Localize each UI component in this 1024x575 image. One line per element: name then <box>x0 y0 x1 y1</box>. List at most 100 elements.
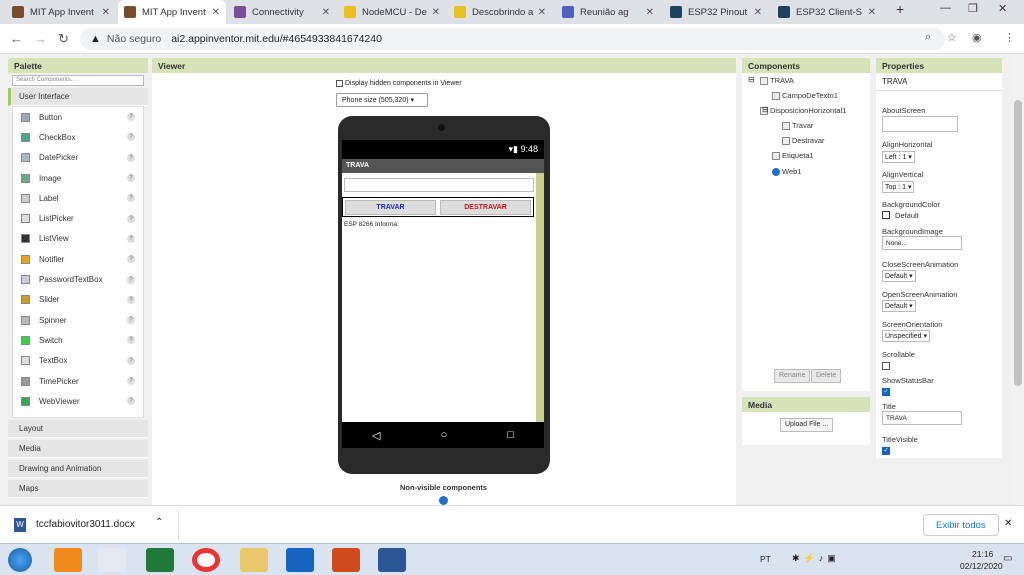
prop-titlevisible-checkbox[interactable]: ✓ <box>882 447 890 455</box>
start-button-icon[interactable] <box>8 548 32 572</box>
download-filename[interactable]: tccfabiovitor3011.docx <box>36 519 135 530</box>
tree-collapse-icon[interactable]: ⊟ <box>762 105 769 114</box>
page-scrollbar[interactable] <box>1012 54 1024 505</box>
taskbar-app-orange-icon[interactable] <box>54 548 82 572</box>
prop-openanim-select[interactable]: Default ▾ <box>882 300 916 312</box>
palette-item[interactable]: Notifier? <box>13 249 143 269</box>
phone-size-select[interactable]: Phone size (505,320) ▾ <box>336 93 428 107</box>
menu-icon[interactable]: ⋮ <box>1004 31 1015 44</box>
word-icon[interactable] <box>378 548 406 572</box>
notification-icon[interactable]: ▭ <box>1003 553 1012 564</box>
tab-close-icon[interactable]: ✕ <box>868 7 876 18</box>
zoom-icon[interactable]: ⌕ <box>925 31 931 44</box>
prop-title-input[interactable]: TRAVA <box>882 411 962 425</box>
prop-bgcolor-value[interactable]: Default <box>895 211 919 220</box>
help-icon[interactable]: ? <box>127 214 135 223</box>
outlook-icon[interactable] <box>286 548 314 572</box>
palette-item[interactable]: TimePicker? <box>13 371 143 391</box>
clock-date[interactable]: 02/12/2020 <box>960 561 1003 571</box>
forward-icon[interactable]: → <box>34 31 47 46</box>
tab-close-icon[interactable]: ✕ <box>102 7 110 18</box>
browser-tab[interactable]: Reunião ag ✕ <box>556 0 660 24</box>
help-icon[interactable]: ? <box>127 255 135 264</box>
close-download-bar-icon[interactable]: ✕ <box>1004 518 1012 529</box>
web1-globe-icon[interactable] <box>439 496 448 505</box>
prop-orient-select[interactable]: Unspecified ▾ <box>882 330 931 342</box>
tree-item[interactable]: DisposicionHorizontal1 <box>760 106 846 115</box>
prop-bgcolor-swatch[interactable] <box>882 211 890 219</box>
back-icon[interactable]: ← <box>10 31 23 46</box>
tab-close-icon[interactable]: ✕ <box>322 7 330 18</box>
upload-file-button[interactable]: Upload File ... <box>780 418 834 432</box>
file-explorer-icon[interactable] <box>240 548 268 572</box>
close-window-button[interactable]: ✕ <box>998 2 1007 15</box>
help-icon[interactable]: ? <box>127 113 135 122</box>
help-icon[interactable]: ? <box>127 234 135 243</box>
bookmark-star-icon[interactable]: ☆ <box>947 31 957 44</box>
palette-item[interactable]: Image? <box>13 168 143 188</box>
palette-item[interactable]: Label? <box>13 188 143 208</box>
help-icon[interactable]: ? <box>127 133 135 142</box>
campo-de-texto1[interactable] <box>344 178 534 192</box>
palette-item[interactable]: CheckBox? <box>13 127 143 147</box>
palette-item[interactable]: TextBox? <box>13 351 143 371</box>
tab-close-icon[interactable]: ✕ <box>432 7 440 18</box>
profile-icon[interactable]: ◉ <box>972 31 982 44</box>
reload-icon[interactable]: ↻ <box>58 31 69 47</box>
download-options-chevron-icon[interactable]: ⌃ <box>155 517 163 528</box>
tree-item[interactable]: CampoDeTexto1 <box>772 91 838 100</box>
help-icon[interactable]: ? <box>127 377 135 385</box>
palette-item[interactable]: ListView? <box>13 229 143 249</box>
minimize-button[interactable]: — <box>940 2 951 14</box>
taskbar-calculator-icon[interactable] <box>98 548 126 572</box>
tab-close-icon[interactable]: ✕ <box>754 7 762 18</box>
tree-item[interactable]: Web1 <box>772 167 801 176</box>
url-field[interactable]: ▲ Não seguro ai2.appinventor.mit.edu/#46… <box>80 28 945 50</box>
browser-tab[interactable]: ESP32 Client-S ✕ <box>772 0 882 24</box>
palette-item[interactable]: Switch? <box>13 330 143 350</box>
travar-button[interactable]: TRAVAR <box>345 199 436 215</box>
palette-search-input[interactable]: Search Components... <box>12 75 144 86</box>
browser-tab[interactable]: MIT App Invent ✕ <box>6 0 116 24</box>
browser-tab[interactable]: NodeMCU - De ✕ <box>338 0 446 24</box>
tray-icons[interactable]: ✱⚡♪▣ <box>792 553 840 564</box>
palette-item[interactable]: DatePicker? <box>13 148 143 168</box>
palette-item[interactable]: WebViewer? <box>13 391 143 411</box>
palette-item[interactable]: PasswordTextBox? <box>13 269 143 289</box>
tree-collapse-icon[interactable]: ⊟ <box>748 75 755 84</box>
excel-icon[interactable] <box>146 548 174 572</box>
category-user-interface[interactable]: User Interface <box>8 88 148 106</box>
browser-tab[interactable]: Connectivity ✕ <box>228 0 336 24</box>
page-scrollbar-thumb[interactable] <box>1014 100 1022 386</box>
palette-category[interactable]: Layout <box>8 420 148 438</box>
palette-item[interactable]: Slider? <box>13 290 143 310</box>
palette-category[interactable]: Drawing and Animation <box>8 460 148 478</box>
help-icon[interactable]: ? <box>127 397 135 406</box>
palette-item[interactable]: Spinner? <box>13 310 143 330</box>
prop-closeanim-select[interactable]: Default ▾ <box>882 270 916 282</box>
help-icon[interactable]: ? <box>127 336 135 345</box>
show-all-button[interactable]: Exibir todos <box>923 514 999 536</box>
tab-close-icon[interactable]: ✕ <box>538 7 546 18</box>
help-icon[interactable]: ? <box>127 316 135 325</box>
browser-tab[interactable]: Descobrindo a ✕ <box>448 0 552 24</box>
tree-item[interactable]: TRAVA <box>760 76 794 85</box>
tree-item[interactable]: Travar <box>782 121 813 130</box>
language-indicator[interactable]: PT <box>760 554 771 564</box>
tree-item[interactable]: Etiqueta1 <box>772 151 814 160</box>
destravar-button[interactable]: DESTRAVAR <box>440 199 531 215</box>
prop-bgimg-input[interactable]: None... <box>882 236 962 250</box>
browser-tab[interactable]: ESP32 Pinout R ✕ <box>664 0 768 24</box>
help-icon[interactable]: ? <box>127 153 135 162</box>
hidden-components-checkbox[interactable] <box>336 80 343 87</box>
palette-item[interactable]: Button? <box>13 107 143 127</box>
prop-alignv-select[interactable]: Top : 1 ▾ <box>882 181 915 193</box>
powerpoint-icon[interactable] <box>332 548 360 572</box>
help-icon[interactable]: ? <box>127 275 135 284</box>
prop-showstatus-checkbox[interactable]: ✓ <box>882 388 890 396</box>
prop-about-textarea[interactable] <box>882 116 958 132</box>
help-icon[interactable]: ? <box>127 174 135 183</box>
chrome-icon[interactable] <box>192 548 220 572</box>
new-tab-button[interactable]: + <box>896 1 904 17</box>
tree-item[interactable]: Destravar <box>782 136 825 145</box>
